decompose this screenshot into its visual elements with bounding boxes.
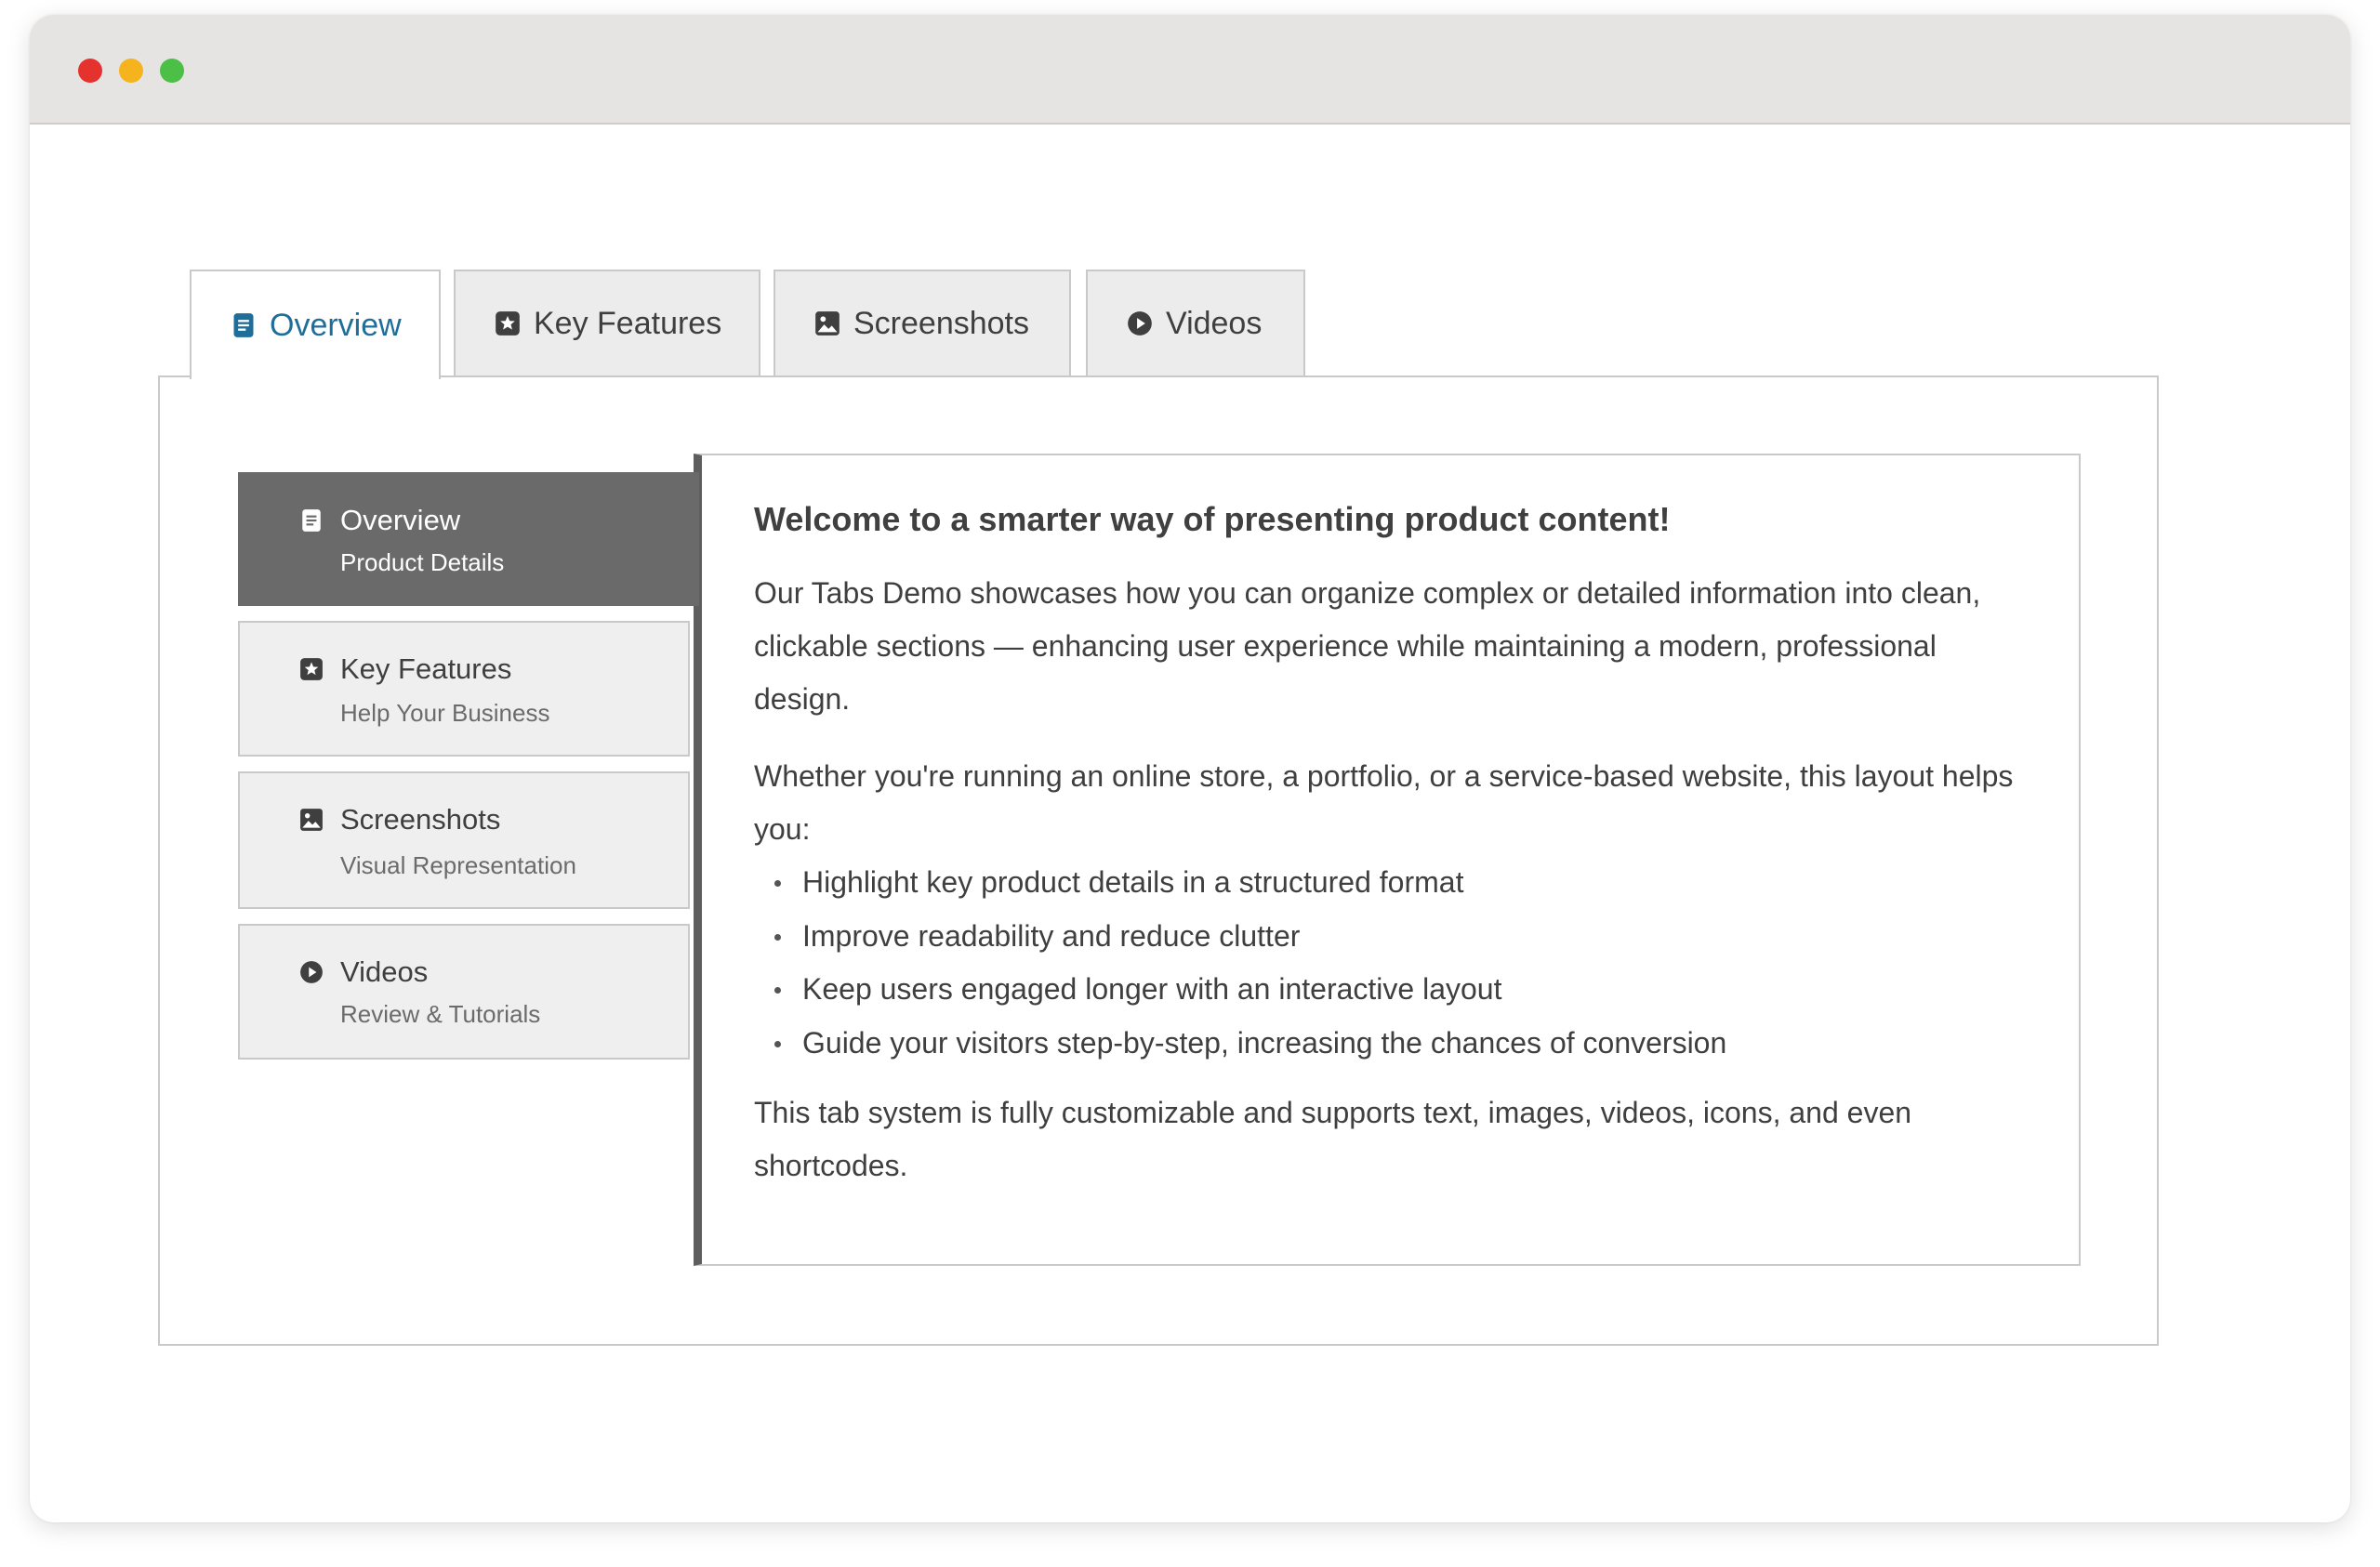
tab-screenshots-label: Screenshots	[853, 305, 1029, 341]
side-tab-key-features-title-row: Key Features	[300, 652, 512, 686]
side-tab-overview[interactable]: Overview Product Details	[238, 472, 699, 606]
tab-overview[interactable]: Overview	[190, 270, 441, 379]
tab-videos-label: Videos	[1166, 305, 1263, 341]
document-icon	[233, 313, 254, 337]
play-circle-icon	[1128, 311, 1152, 336]
benefits-list: Highlight key product details in a struc…	[754, 856, 2037, 1070]
image-icon	[300, 809, 323, 831]
list-item: Keep users engaged longer with an intera…	[754, 963, 2037, 1017]
side-tab-overview-title: Overview	[340, 504, 461, 536]
side-tab-key-features[interactable]: Key Features Help Your Business	[238, 621, 690, 757]
content-paragraph-lead: Whether you're running an online store, …	[754, 759, 2014, 847]
tab-overview-label: Overview	[270, 307, 402, 343]
window-titlebar	[30, 15, 2350, 125]
side-tab-key-features-subtitle: Help Your Business	[340, 699, 550, 727]
tab-videos[interactable]: Videos	[1086, 270, 1305, 375]
tab-content-body: Welcome to a smarter way of presenting p…	[754, 496, 2037, 1217]
list-item: Improve readability and reduce clutter	[754, 910, 2037, 964]
tab-key-features[interactable]: Key Features	[454, 270, 760, 375]
side-tab-videos-title: Videos	[340, 955, 429, 988]
side-tab-videos-title-row: Videos	[300, 955, 429, 989]
tab-key-features-label: Key Features	[534, 305, 722, 341]
side-tab-overview-subtitle: Product Details	[340, 548, 505, 576]
tab-content: Welcome to a smarter way of presenting p…	[694, 454, 2081, 1266]
content-paragraph-closing: This tab system is fully customizable an…	[754, 1096, 1912, 1183]
side-tab-videos-subtitle: Review & Tutorials	[340, 1000, 541, 1028]
side-tab-screenshots[interactable]: Screenshots Visual Representation	[238, 771, 690, 909]
star-badge-icon	[496, 311, 520, 336]
document-icon	[302, 509, 321, 532]
star-badge-icon	[300, 658, 323, 680]
content-paragraph-intro: Our Tabs Demo showcases how you can orga…	[754, 576, 1981, 717]
minimize-window-button[interactable]	[119, 59, 143, 83]
image-icon	[815, 311, 840, 336]
tab-screenshots[interactable]: Screenshots	[774, 270, 1071, 375]
side-tab-overview-title-row: Overview	[302, 504, 461, 537]
zoom-window-button[interactable]	[160, 59, 184, 83]
tab-panel: Overview Product Details Key Features He…	[158, 375, 2159, 1346]
content-heading: Welcome to a smarter way of presenting p…	[754, 500, 1671, 538]
play-circle-icon	[300, 961, 323, 983]
side-tab-key-features-title: Key Features	[340, 652, 512, 685]
list-item: Highlight key product details in a struc…	[754, 856, 2037, 910]
side-tab-screenshots-subtitle: Visual Representation	[340, 851, 576, 879]
side-tab-screenshots-title: Screenshots	[340, 803, 501, 836]
side-tab-videos[interactable]: Videos Review & Tutorials	[238, 924, 690, 1060]
close-window-button[interactable]	[78, 59, 102, 83]
list-item: Guide your visitors step-by-step, increa…	[754, 1017, 2037, 1071]
side-tab-screenshots-title-row: Screenshots	[300, 803, 501, 836]
